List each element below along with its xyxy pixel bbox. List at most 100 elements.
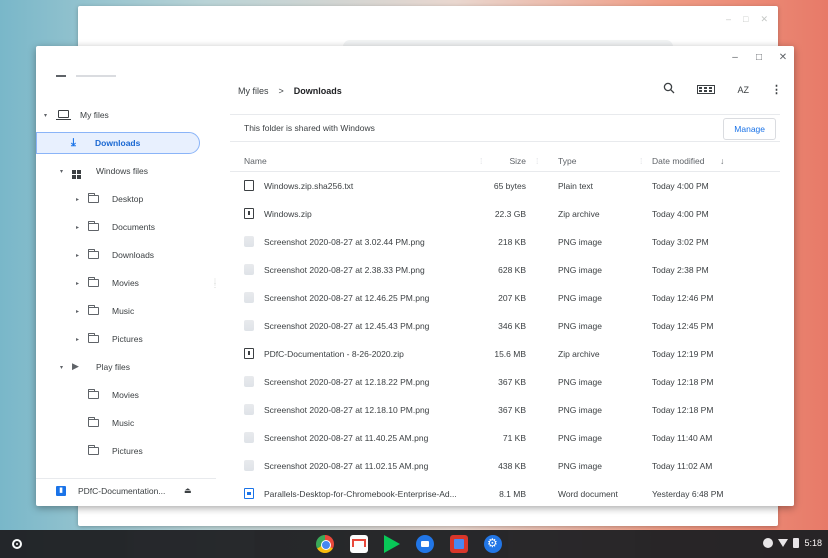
expand-arrow-icon[interactable]: ▾ — [60, 364, 63, 371]
table-row[interactable]: PDfC-Documentation - 8-26-2020.zip 15.6 M… — [230, 340, 780, 368]
file-size: 367 KB — [498, 377, 526, 387]
sidebar-item-play-files[interactable]: ▾ ▶ Play files — [36, 356, 206, 378]
file-name: Windows.zip.sha256.txt — [264, 181, 354, 191]
sidebar-item-win-pictures[interactable]: ▸ Pictures — [36, 328, 206, 350]
sidebar-item-desktop[interactable]: ▸ Desktop — [36, 188, 206, 210]
file-type: Plain text — [558, 181, 593, 191]
file-date: Today 3:02 PM — [652, 237, 709, 247]
expand-arrow-icon[interactable]: ▸ — [76, 280, 79, 287]
document-icon — [244, 180, 254, 191]
settings-icon[interactable] — [484, 535, 502, 553]
sidebar-item-label: Pictures — [112, 334, 143, 344]
file-name: Screenshot 2020-08-27 at 12.46.25 PM.png — [264, 293, 430, 303]
image-icon — [244, 460, 254, 471]
bg-minimize-icon[interactable]: – — [726, 14, 731, 25]
file-size: 65 bytes — [493, 181, 526, 191]
sort-icon[interactable]: AZ — [737, 85, 749, 95]
sidebar-resize-handle[interactable]: ⋮ ⋮ — [212, 279, 218, 289]
file-type: PNG image — [558, 237, 602, 247]
sidebar-item-usb-drive[interactable]: ▮ PDfC-Documentation... ⏏ — [36, 478, 216, 502]
table-row[interactable]: Screenshot 2020-08-27 at 11.40.25 AM.png… — [230, 424, 780, 452]
column-divider[interactable]: ⁞ — [536, 156, 538, 166]
expand-arrow-icon[interactable]: ▸ — [76, 196, 79, 203]
table-row[interactable]: Screenshot 2020-08-27 at 11.02.15 AM.png… — [230, 452, 780, 480]
file-date: Today 2:38 PM — [652, 265, 709, 275]
column-divider[interactable]: ⁞ — [640, 156, 642, 166]
file-date: Today 12:18 PM — [652, 377, 714, 387]
sidebar-item-windows-files[interactable]: ▾ Windows files — [36, 160, 206, 182]
file-name: Screenshot 2020-08-27 at 12.45.43 PM.png — [264, 321, 430, 331]
gmail-icon[interactable] — [350, 535, 368, 553]
download-icon: ⤓ — [71, 137, 76, 149]
wifi-icon — [778, 539, 789, 547]
column-header-date[interactable]: Date modified — [652, 156, 704, 166]
table-row[interactable]: Screenshot 2020-08-27 at 2.38.33 PM.png 6… — [230, 256, 780, 284]
table-row[interactable]: Windows.zip 22.3 GB Zip archive Today 4:00 … — [230, 200, 780, 228]
battery-icon — [793, 538, 800, 548]
maximize-icon[interactable]: □ — [754, 52, 764, 63]
column-divider[interactable]: ⁞ — [480, 156, 482, 166]
minimize-icon[interactable]: – — [730, 52, 740, 63]
expand-arrow-icon[interactable]: ▸ — [76, 252, 79, 259]
file-type: Zip archive — [558, 209, 600, 219]
sidebar-item-play-movies[interactable]: Movies — [36, 384, 206, 406]
column-header-name[interactable]: Name — [244, 156, 267, 166]
table-row[interactable]: Screenshot 2020-08-27 at 12.18.10 PM.png… — [230, 396, 780, 424]
table-row[interactable]: Screenshot 2020-08-27 at 12.46.25 PM.png… — [230, 284, 780, 312]
shelf: 5:18 — [0, 530, 828, 558]
table-row[interactable]: Screenshot 2020-08-27 at 12.45.43 PM.png… — [230, 312, 780, 340]
search-icon[interactable] — [663, 82, 675, 97]
sidebar: ▾ My files ⤓ Downloads ▾ Windows files ▸… — [36, 46, 216, 506]
table-row[interactable]: Parallels-Desktop-for-Chromebook-Enterpr… — [230, 480, 780, 506]
sidebar-item-play-pictures[interactable]: Pictures — [36, 440, 206, 462]
file-size: 218 KB — [498, 237, 526, 247]
sidebar-item-win-downloads[interactable]: ▸ Downloads — [36, 244, 206, 266]
toolbar-actions: AZ ⋮ — [663, 82, 782, 97]
parallels-icon[interactable] — [450, 535, 468, 553]
breadcrumb-current[interactable]: Downloads — [294, 86, 342, 96]
sidebar-item-label: Downloads — [95, 138, 141, 148]
column-header-type[interactable]: Type — [558, 156, 576, 166]
sidebar-item-play-music[interactable]: Music — [36, 412, 206, 434]
file-type: PNG image — [558, 265, 602, 275]
expand-arrow-icon[interactable]: ▸ — [76, 224, 79, 231]
table-row[interactable]: Windows.zip.sha256.txt 65 bytes Plain text… — [230, 172, 780, 200]
sidebar-item-documents[interactable]: ▸ Documents — [36, 216, 206, 238]
expand-arrow-icon[interactable]: ▾ — [60, 168, 63, 175]
sort-descending-icon[interactable]: ↓ — [720, 156, 724, 166]
grid-view-icon[interactable] — [697, 85, 716, 94]
play-store-icon[interactable] — [384, 535, 400, 553]
close-icon[interactable]: ✕ — [778, 52, 788, 63]
launcher-icon[interactable] — [12, 539, 22, 549]
table-row[interactable]: Screenshot 2020-08-27 at 3.02.44 PM.png 2… — [230, 228, 780, 256]
table-row[interactable]: Screenshot 2020-08-27 at 12.18.22 PM.png… — [230, 368, 780, 396]
sidebar-item-win-music[interactable]: ▸ Music — [36, 300, 206, 322]
chrome-icon[interactable] — [316, 535, 334, 553]
sidebar-item-win-movies[interactable]: ▸ Movies — [36, 272, 206, 294]
bg-close-icon[interactable]: ✕ — [760, 14, 768, 25]
breadcrumb-root[interactable]: My files — [238, 86, 269, 96]
sidebar-item-label: Movies — [112, 390, 139, 400]
bg-maximize-icon[interactable]: □ — [743, 14, 748, 25]
sidebar-item-label: Desktop — [112, 194, 144, 204]
sidebar-item-downloads[interactable]: ⤓ Downloads — [36, 132, 200, 154]
status-tray[interactable]: 5:18 — [763, 538, 822, 548]
expand-arrow-icon[interactable]: ▾ — [44, 112, 47, 119]
expand-arrow-icon[interactable]: ▸ — [76, 308, 79, 315]
sidebar-item-label: Music — [112, 306, 135, 316]
usb-drive-icon: ▮ — [56, 485, 66, 496]
windows-icon — [72, 166, 84, 179]
file-date: Today 12:46 PM — [652, 293, 714, 303]
sidebar-item-my-files[interactable]: ▾ My files — [36, 104, 206, 126]
sidebar-recent-stub[interactable] — [56, 72, 126, 80]
files-icon[interactable] — [416, 535, 434, 553]
expand-arrow-icon[interactable]: ▸ — [76, 336, 79, 343]
sidebar-item-label: Windows files — [96, 166, 148, 176]
column-header-size[interactable]: Size — [509, 156, 526, 166]
eject-icon[interactable]: ⏏ — [184, 486, 192, 495]
file-date: Today 4:00 PM — [652, 209, 709, 219]
file-name: Parallels-Desktop-for-Chromebook-Enterpr… — [264, 489, 457, 499]
more-options-icon[interactable]: ⋮ — [771, 83, 782, 96]
manage-button[interactable]: Manage — [723, 118, 776, 140]
file-size: 22.3 GB — [494, 209, 526, 219]
